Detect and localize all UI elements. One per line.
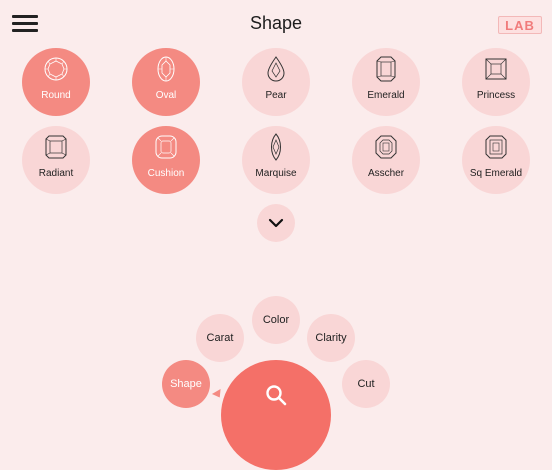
shape-asscher-button[interactable]: Asscher — [352, 126, 420, 194]
pear-diamond-icon — [267, 56, 285, 82]
shape-marquise-button[interactable]: Marquise — [242, 126, 310, 194]
shape-label: Sq Emerald — [469, 168, 523, 179]
shape-oval-button[interactable]: Oval — [132, 48, 200, 116]
shape-round-button[interactable]: Round — [22, 48, 90, 116]
shape-sq-emerald-button[interactable]: Sq Emerald — [462, 126, 530, 194]
asscher-diamond-icon — [375, 135, 397, 159]
cushion-diamond-icon — [155, 135, 177, 159]
page-title: Shape — [249, 13, 303, 33]
shape-label: Oval — [155, 90, 177, 101]
filter-shape-button[interactable]: Shape — [162, 360, 210, 408]
shape-cushion-button[interactable]: Cushion — [132, 126, 200, 194]
oval-diamond-icon — [157, 56, 175, 82]
marquise-diamond-icon — [271, 133, 281, 161]
shape-label: Asscher — [367, 168, 405, 179]
princess-diamond-icon — [485, 58, 507, 80]
shape-label: Marquise — [255, 168, 297, 179]
shape-radiant-button[interactable]: Radiant — [22, 126, 90, 194]
filter-clarity-button[interactable]: Clarity — [307, 314, 355, 362]
shape-label: Round — [41, 90, 71, 101]
shape-label: Princess — [476, 90, 516, 101]
radiant-diamond-icon — [45, 135, 67, 159]
round-diamond-icon — [44, 57, 68, 81]
shape-princess-button[interactable]: Princess — [462, 48, 530, 116]
emerald-diamond-icon — [376, 56, 396, 82]
search-icon — [266, 385, 287, 406]
shape-label: Radiant — [38, 168, 74, 179]
filter-color-button[interactable]: Color — [252, 296, 300, 344]
search-button[interactable] — [221, 360, 331, 470]
active-filter-pointer — [211, 388, 225, 401]
shape-label: Emerald — [367, 90, 405, 101]
filter-carat-button[interactable]: Carat — [196, 314, 244, 362]
shape-label: Cushion — [147, 168, 185, 179]
filter-cut-button[interactable]: Cut — [342, 360, 390, 408]
shape-pear-button[interactable]: Pear — [242, 48, 310, 116]
brand-logo[interactable]: LAB — [498, 16, 542, 34]
expand-shapes-button[interactable] — [257, 204, 295, 242]
shape-label: Pear — [265, 90, 287, 101]
chevron-down-icon — [268, 218, 284, 228]
header: Shape LAB — [0, 0, 552, 48]
sq-emerald-diamond-icon — [485, 135, 507, 159]
shape-emerald-button[interactable]: Emerald — [352, 48, 420, 116]
